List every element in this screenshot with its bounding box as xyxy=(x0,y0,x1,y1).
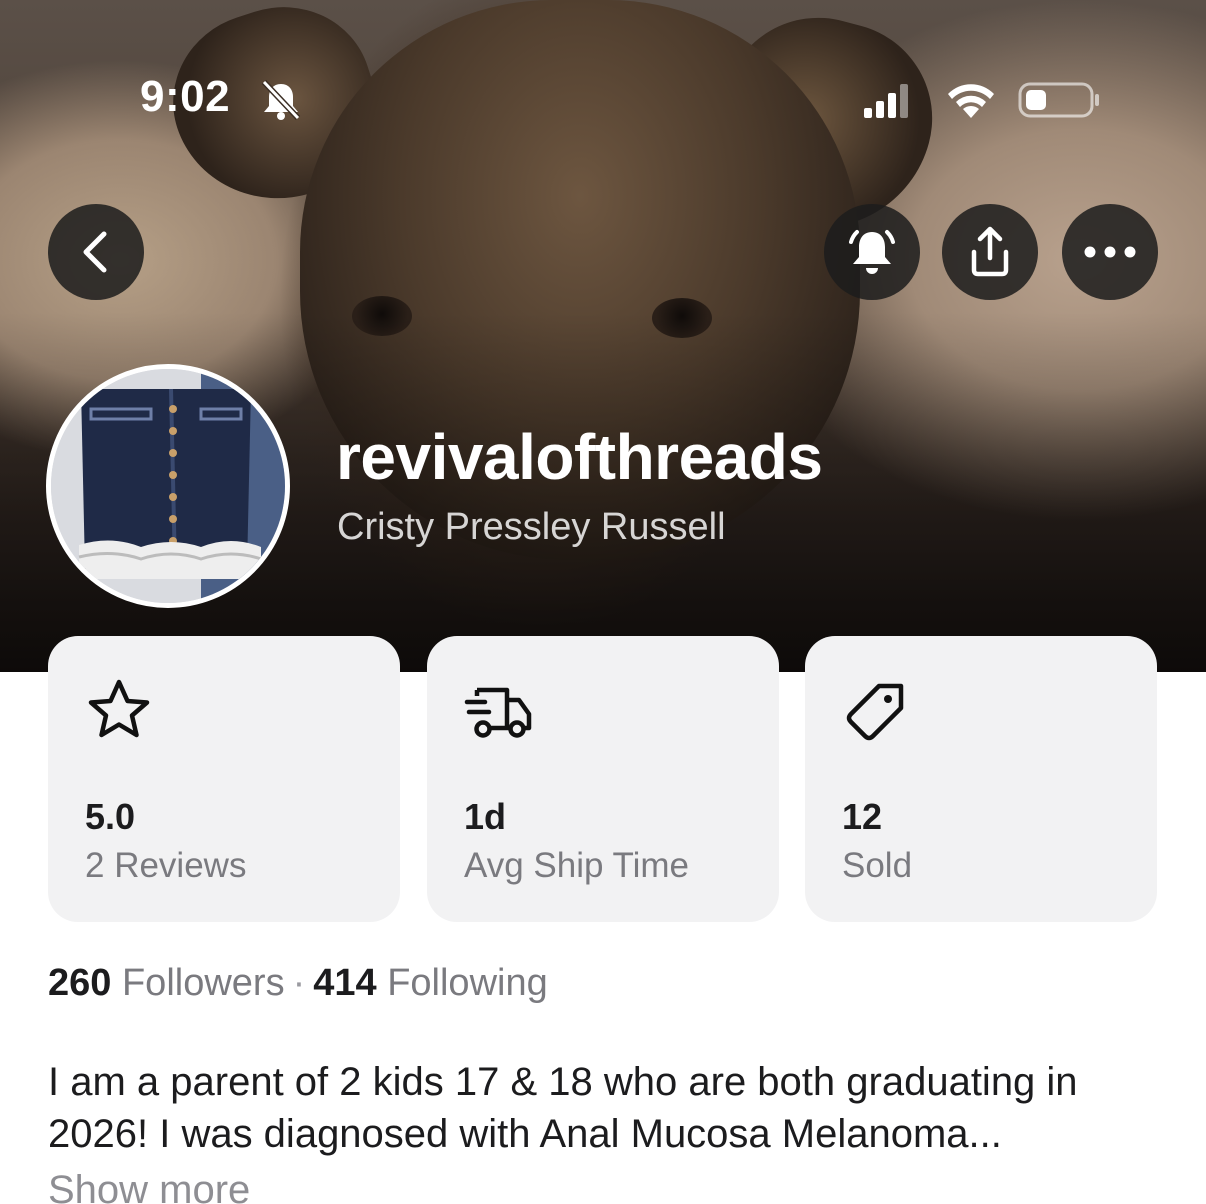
ship-time-value: 1d xyxy=(464,796,507,837)
wifi-icon xyxy=(948,84,994,118)
back-icon xyxy=(83,231,107,273)
ship-time-label: Avg Ship Time xyxy=(464,846,690,885)
rating-card[interactable]: 5.0 2 Reviews xyxy=(48,636,400,922)
sold-label: Sold xyxy=(842,846,913,885)
bell-slash-icon xyxy=(261,79,301,121)
delivery-truck-icon xyxy=(464,687,532,738)
ship-time-card[interactable]: 1d Avg Ship Time xyxy=(427,636,779,922)
profile-bio: I am a parent of 2 kids 17 & 18 who are … xyxy=(48,1060,1078,1156)
show-more-link[interactable]: Show more xyxy=(48,1168,250,1204)
rating-value: 5.0 xyxy=(85,796,136,837)
avatar-photo xyxy=(51,369,285,603)
follow-stats: 260 Followers · 414 Following xyxy=(48,962,548,1005)
status-bar-time: 9:02 xyxy=(140,72,231,121)
separator-dot: · xyxy=(292,962,306,1004)
profile-avatar[interactable] xyxy=(46,364,290,608)
followers-count: 260 xyxy=(48,962,112,1004)
share-icon xyxy=(971,226,1009,277)
back-button[interactable] xyxy=(48,204,144,300)
price-tag-icon xyxy=(846,683,904,741)
notification-bell-icon xyxy=(849,230,895,274)
followers-label: Followers xyxy=(121,962,285,1004)
rating-label: 2 Reviews xyxy=(85,846,247,885)
following-count: 414 xyxy=(313,962,377,1004)
sold-card[interactable]: 12 Sold xyxy=(805,636,1157,922)
sold-value: 12 xyxy=(842,796,883,837)
following-link[interactable]: 414 Following xyxy=(313,962,548,1004)
more-options-button[interactable] xyxy=(1062,204,1158,300)
followers-link[interactable]: 260 Followers xyxy=(48,962,285,1004)
share-button[interactable] xyxy=(942,204,1038,300)
profile-full-name: Cristy Pressley Russell xyxy=(337,506,726,548)
battery-icon xyxy=(1018,82,1099,118)
more-options-icon xyxy=(1084,246,1136,258)
star-icon xyxy=(88,679,150,738)
profile-username: revivalofthreads xyxy=(336,421,823,493)
notify-button[interactable] xyxy=(824,204,920,300)
cellular-signal-icon xyxy=(864,84,908,118)
following-label: Following xyxy=(387,962,548,1004)
